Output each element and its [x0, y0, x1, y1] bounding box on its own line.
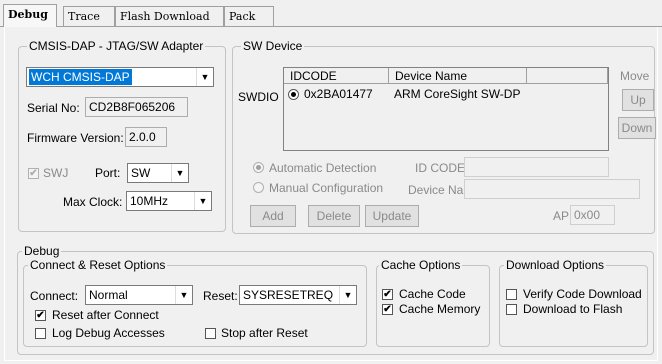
chevron-down-icon: ▼	[194, 192, 211, 210]
table-row[interactable]: 0x2BA01477 ARM CoreSight SW-DP	[286, 86, 606, 102]
reset-select-value: SYSRESETREQ	[243, 288, 334, 302]
column-header-device-name[interactable]: Device Name	[389, 68, 527, 84]
tab-flash-download[interactable]: Flash Download	[115, 6, 224, 26]
debug-group-legend: Debug	[24, 244, 60, 258]
max-clock-select[interactable]: 10MHz ▼	[126, 191, 212, 211]
verify-download-checkbox[interactable]	[506, 289, 517, 300]
move-down-button[interactable]: Down	[618, 117, 656, 139]
port-select-value: SW	[131, 166, 151, 180]
reset-after-connect-checkbox[interactable]: ✔	[35, 310, 46, 321]
tab-pack[interactable]: Pack	[224, 6, 274, 26]
column-header-empty	[527, 68, 608, 84]
connect-select[interactable]: Normal ▼	[85, 285, 193, 305]
max-clock-select-value: 10MHz	[130, 194, 169, 208]
radio-dot-icon	[256, 165, 261, 170]
download-to-flash-checkbox[interactable]	[506, 304, 517, 315]
connect-label: Connect:	[30, 289, 79, 303]
device-list[interactable]: IDCODE Device Name 0x2BA01477 ARM CoreSi…	[283, 67, 609, 151]
id-code-label: ID CODE:	[415, 161, 469, 175]
debug-panel: CMSIS-DAP - JTAG/SW Adapter WCH CMSIS-DA…	[4, 27, 658, 361]
max-clock-label: Max Clock:	[63, 195, 123, 209]
row-radio[interactable]	[288, 89, 299, 100]
adapter-group-legend: CMSIS-DAP - JTAG/SW Adapter	[29, 39, 204, 53]
connect-reset-legend: Connect & Reset Options	[30, 258, 166, 272]
swj-label: SWJ	[43, 166, 69, 180]
cache-options-legend: Cache Options	[381, 258, 461, 272]
log-debug-accesses-checkbox[interactable]	[35, 328, 46, 339]
chevron-down-icon: ▼	[175, 286, 192, 304]
radio-dot-icon	[291, 92, 296, 97]
firmware-field: 2.0.0	[125, 127, 167, 147]
column-header-idcode[interactable]: IDCODE	[284, 68, 389, 84]
swj-checkbox[interactable]: ✔	[28, 168, 39, 179]
download-options-legend: Download Options	[506, 258, 605, 272]
sw-device-legend: SW Device	[243, 39, 303, 53]
stop-after-reset-label: Stop after Reset	[221, 326, 308, 340]
reset-after-connect-label: Reset after Connect	[52, 308, 159, 322]
delete-button[interactable]: Delete	[308, 205, 360, 227]
auto-detect-radio[interactable]	[253, 162, 264, 173]
chevron-down-icon: ▼	[196, 68, 213, 86]
log-debug-accesses-label: Log Debug Accesses	[52, 326, 165, 340]
connect-select-value: Normal	[89, 288, 128, 302]
swdio-label: SWDIO	[238, 90, 279, 104]
add-button[interactable]: Add	[250, 205, 296, 227]
chevron-down-icon: ▼	[339, 286, 356, 304]
cache-memory-label: Cache Memory	[399, 302, 481, 316]
chevron-down-icon: ▼	[171, 164, 188, 182]
row-device-name: ARM CoreSight SW-DP	[394, 87, 521, 101]
ap-field[interactable]: 0x00	[570, 205, 615, 225]
manual-config-radio[interactable]	[253, 182, 264, 193]
id-code-field[interactable]	[464, 157, 609, 177]
move-up-button[interactable]: Up	[622, 89, 654, 111]
port-label: Port:	[95, 166, 121, 180]
serial-label: Serial No:	[27, 101, 80, 115]
cache-code-checkbox[interactable]: ✔	[382, 289, 393, 300]
port-select[interactable]: SW ▼	[127, 163, 189, 183]
update-button[interactable]: Update	[365, 205, 419, 227]
reset-select[interactable]: SYSRESETREQ ▼	[239, 285, 357, 305]
stop-after-reset-checkbox[interactable]	[205, 328, 216, 339]
cache-memory-checkbox[interactable]: ✔	[382, 304, 393, 315]
adapter-select[interactable]: WCH CMSIS-DAP ▼	[26, 67, 214, 87]
firmware-label: Firmware Version:	[27, 131, 124, 145]
reset-label: Reset:	[203, 289, 238, 303]
row-idcode: 0x2BA01477	[304, 87, 373, 101]
device-name-field[interactable]	[464, 179, 640, 199]
serial-field: CD2B8F065206	[85, 97, 188, 117]
verify-download-label: Verify Code Download	[523, 287, 642, 301]
tab-debug[interactable]: Debug	[3, 4, 57, 27]
move-label: Move	[620, 69, 650, 83]
cache-code-label: Cache Code	[399, 287, 466, 301]
download-to-flash-label: Download to Flash	[523, 302, 623, 316]
manual-config-label: Manual Configuration	[269, 181, 384, 195]
adapter-select-value: WCH CMSIS-DAP	[29, 69, 132, 85]
tab-strip: Debug Trace Flash Download Pack	[0, 0, 662, 28]
auto-detect-label: Automatic Detection	[269, 161, 377, 175]
tab-trace[interactable]: Trace	[63, 6, 115, 26]
